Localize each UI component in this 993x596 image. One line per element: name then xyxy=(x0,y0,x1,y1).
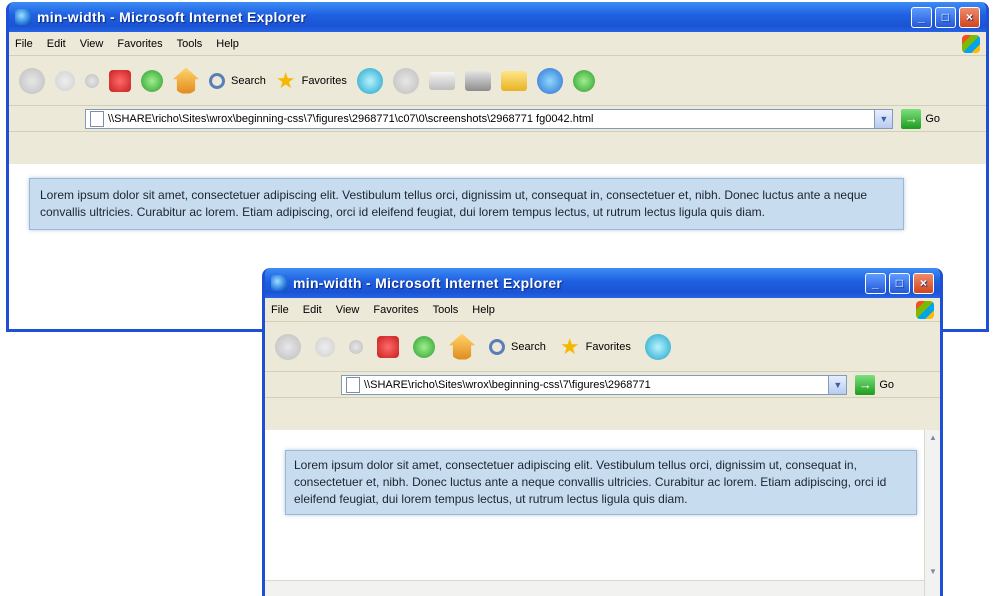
address-dropdown-icon[interactable]: ▼ xyxy=(828,375,847,394)
maximize-button[interactable]: □ xyxy=(889,272,910,294)
folder-icon[interactable] xyxy=(500,70,527,91)
menu-bar: File Edit View Favorites Tools Help xyxy=(9,32,986,56)
text-block: Lorem ipsum dolor sit amet, consectetuer… xyxy=(29,178,904,230)
ie-icon xyxy=(15,9,31,25)
refresh-icon[interactable] xyxy=(141,69,163,92)
windows-logo-icon xyxy=(916,301,934,319)
vertical-scrollbar[interactable]: ▲ ▼ xyxy=(924,430,940,596)
favorites-star-icon: ★ xyxy=(559,333,580,359)
menu-help[interactable]: Help xyxy=(216,38,239,50)
text-block: Lorem ipsum dolor sit amet, consectetuer… xyxy=(285,450,917,515)
search-button[interactable]: Search xyxy=(489,338,546,355)
toolbar: Search ★ Favorites xyxy=(9,56,986,106)
go-arrow-icon: → xyxy=(901,108,922,129)
page-content: Lorem ipsum dolor sit amet, consectetuer… xyxy=(265,430,940,596)
favorites-button[interactable]: ★ Favorites xyxy=(275,67,347,93)
mail-icon[interactable] xyxy=(428,71,455,90)
close-button[interactable]: × xyxy=(913,272,934,294)
menu-tools[interactable]: Tools xyxy=(433,304,459,316)
search-label: Search xyxy=(511,340,546,353)
address-bar: \\SHARE\richo\Sites\wrox\beginning-css\7… xyxy=(9,106,986,132)
favorites-label: Favorites xyxy=(585,340,631,353)
back-icon[interactable] xyxy=(19,67,45,94)
go-label: Go xyxy=(879,378,894,391)
body-text: Lorem ipsum dolor sit amet, consectetuer… xyxy=(294,458,887,506)
menu-bar: File Edit View Favorites Tools Help xyxy=(265,298,940,322)
media-icon[interactable] xyxy=(644,333,671,360)
search-button[interactable]: Search xyxy=(209,72,266,89)
menu-edit[interactable]: Edit xyxy=(47,38,66,50)
menu-tools[interactable]: Tools xyxy=(177,38,203,50)
search-label: Search xyxy=(231,74,266,87)
address-dropdown-icon[interactable]: ▼ xyxy=(874,109,893,128)
title-bar[interactable]: min-width - Microsoft Internet Explorer … xyxy=(9,2,986,32)
menu-view[interactable]: View xyxy=(336,304,360,316)
address-url: \\SHARE\richo\Sites\wrox\beginning-css\7… xyxy=(108,112,594,125)
go-button[interactable]: → Go xyxy=(855,374,894,395)
back-icon[interactable] xyxy=(275,333,301,360)
home-icon[interactable] xyxy=(449,333,475,360)
dropdown-icon[interactable] xyxy=(85,73,99,88)
address-input[interactable]: \\SHARE\richo\Sites\wrox\beginning-css\7… xyxy=(85,108,894,129)
title-bar[interactable]: min-width - Microsoft Internet Explorer … xyxy=(265,268,940,298)
ie-icon xyxy=(271,275,287,291)
research-icon[interactable] xyxy=(572,69,595,92)
page-icon xyxy=(346,376,360,393)
search-icon xyxy=(489,338,505,355)
menu-edit[interactable]: Edit xyxy=(303,304,322,316)
print-icon[interactable] xyxy=(464,70,491,91)
go-button[interactable]: → Go xyxy=(901,108,940,129)
media-icon[interactable] xyxy=(356,67,383,94)
minimize-button[interactable]: _ xyxy=(911,6,932,28)
go-arrow-icon: → xyxy=(855,374,876,395)
horizontal-scrollbar[interactable] xyxy=(265,580,924,596)
body-text: Lorem ipsum dolor sit amet, consectetuer… xyxy=(40,188,868,219)
window-title: min-width - Microsoft Internet Explorer xyxy=(293,275,563,291)
dropdown-icon[interactable] xyxy=(349,339,363,354)
messenger-icon[interactable] xyxy=(536,67,563,94)
forward-icon[interactable] xyxy=(315,336,335,357)
toolbar: Search ★ Favorites xyxy=(265,322,940,372)
window-title: min-width - Microsoft Internet Explorer xyxy=(37,9,307,25)
menu-file[interactable]: File xyxy=(271,304,289,316)
browser-window-narrow: min-width - Microsoft Internet Explorer … xyxy=(262,268,943,596)
windows-logo-icon xyxy=(962,35,980,53)
favorites-button[interactable]: ★ Favorites xyxy=(559,333,631,359)
refresh-icon[interactable] xyxy=(413,335,435,358)
scroll-down-icon[interactable]: ▼ xyxy=(927,566,939,578)
forward-icon[interactable] xyxy=(55,70,75,91)
favorites-star-icon: ★ xyxy=(275,67,296,93)
history-icon[interactable] xyxy=(392,67,419,94)
address-input[interactable]: \\SHARE\richo\Sites\wrox\beginning-css\7… xyxy=(341,374,848,395)
minimize-button[interactable]: _ xyxy=(865,272,886,294)
page-icon xyxy=(90,110,104,127)
address-bar: \\SHARE\richo\Sites\wrox\beginning-css\7… xyxy=(265,372,940,398)
menu-view[interactable]: View xyxy=(80,38,104,50)
address-url: \\SHARE\richo\Sites\wrox\beginning-css\7… xyxy=(364,378,651,391)
stop-icon[interactable] xyxy=(109,69,131,92)
stop-icon[interactable] xyxy=(377,335,399,358)
menu-file[interactable]: File xyxy=(15,38,33,50)
search-icon xyxy=(209,72,225,89)
menu-favorites[interactable]: Favorites xyxy=(117,38,162,50)
favorites-label: Favorites xyxy=(301,74,347,87)
scroll-up-icon[interactable]: ▲ xyxy=(927,432,939,444)
close-button[interactable]: × xyxy=(959,6,980,28)
go-label: Go xyxy=(925,112,940,125)
menu-help[interactable]: Help xyxy=(472,304,495,316)
home-icon[interactable] xyxy=(173,67,199,94)
maximize-button[interactable]: □ xyxy=(935,6,956,28)
menu-favorites[interactable]: Favorites xyxy=(373,304,418,316)
